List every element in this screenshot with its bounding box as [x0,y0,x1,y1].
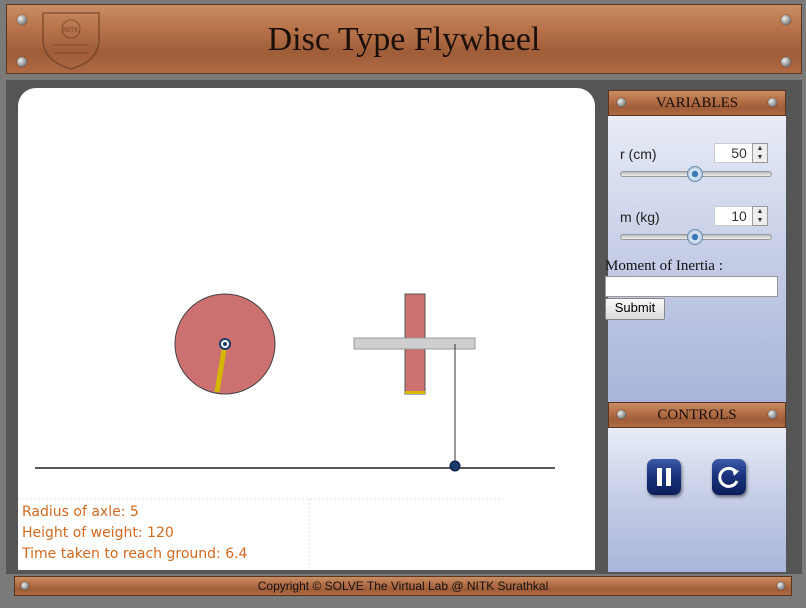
reset-button[interactable] [712,459,746,495]
time-taken-text: Time taken to reach ground: 6.4 [22,546,248,562]
submit-button[interactable]: Submit [605,298,665,320]
hanging-weight[interactable] [449,460,461,472]
r-slider-thumb[interactable] [687,166,703,182]
header-bar: NITK Disc Type Flywheel [6,4,802,74]
reset-icon [718,466,739,488]
pause-icon [657,468,671,486]
r-slider[interactable] [620,166,772,182]
variables-title: VARIABLES [655,95,739,111]
m-slider-thumb[interactable] [687,229,703,245]
radius-of-axle-text: Radius of axle: 5 [22,504,139,520]
screw-icon [768,98,777,107]
pause-button[interactable] [647,459,681,495]
variables-header: VARIABLES [608,90,786,116]
axle-dot [223,342,227,346]
spin-up-icon[interactable]: ▲ [753,144,767,153]
m-label: m (kg) [620,209,660,225]
controls-panel [608,428,786,572]
page-title: Disc Type Flywheel [267,21,541,58]
footer-bar: Copyright © SOLVE The Virtual Lab @ NITK… [14,576,792,596]
simulation-canvas [18,88,595,570]
spin-up-icon[interactable]: ▲ [753,207,767,216]
r-stepper[interactable]: ▲ ▼ [752,143,768,163]
screw-icon [617,410,626,419]
screw-icon [21,582,29,590]
controls-header: CONTROLS [608,402,786,428]
moment-of-inertia-input[interactable] [605,276,778,297]
flywheel-diagram [18,293,555,570]
shaft [353,337,476,350]
height-of-weight-text: Height of weight: 120 [22,525,174,541]
result-info: Radius of axle: 5 Height of weight: 120 … [22,502,247,565]
screw-icon [617,98,626,107]
copyright-text: Copyright © SOLVE The Virtual Lab @ NITK… [257,579,549,593]
screw-icon [768,410,777,419]
moment-of-inertia-label: Moment of Inertia : [605,258,723,274]
spin-down-icon[interactable]: ▼ [753,153,767,162]
screw-icon [777,582,785,590]
r-label: r (cm) [620,146,657,162]
m-slider[interactable] [620,229,772,245]
spin-down-icon[interactable]: ▼ [753,216,767,225]
m-stepper[interactable]: ▲ ▼ [752,206,768,226]
controls-title: CONTROLS [657,407,737,423]
side-arm [405,391,425,394]
